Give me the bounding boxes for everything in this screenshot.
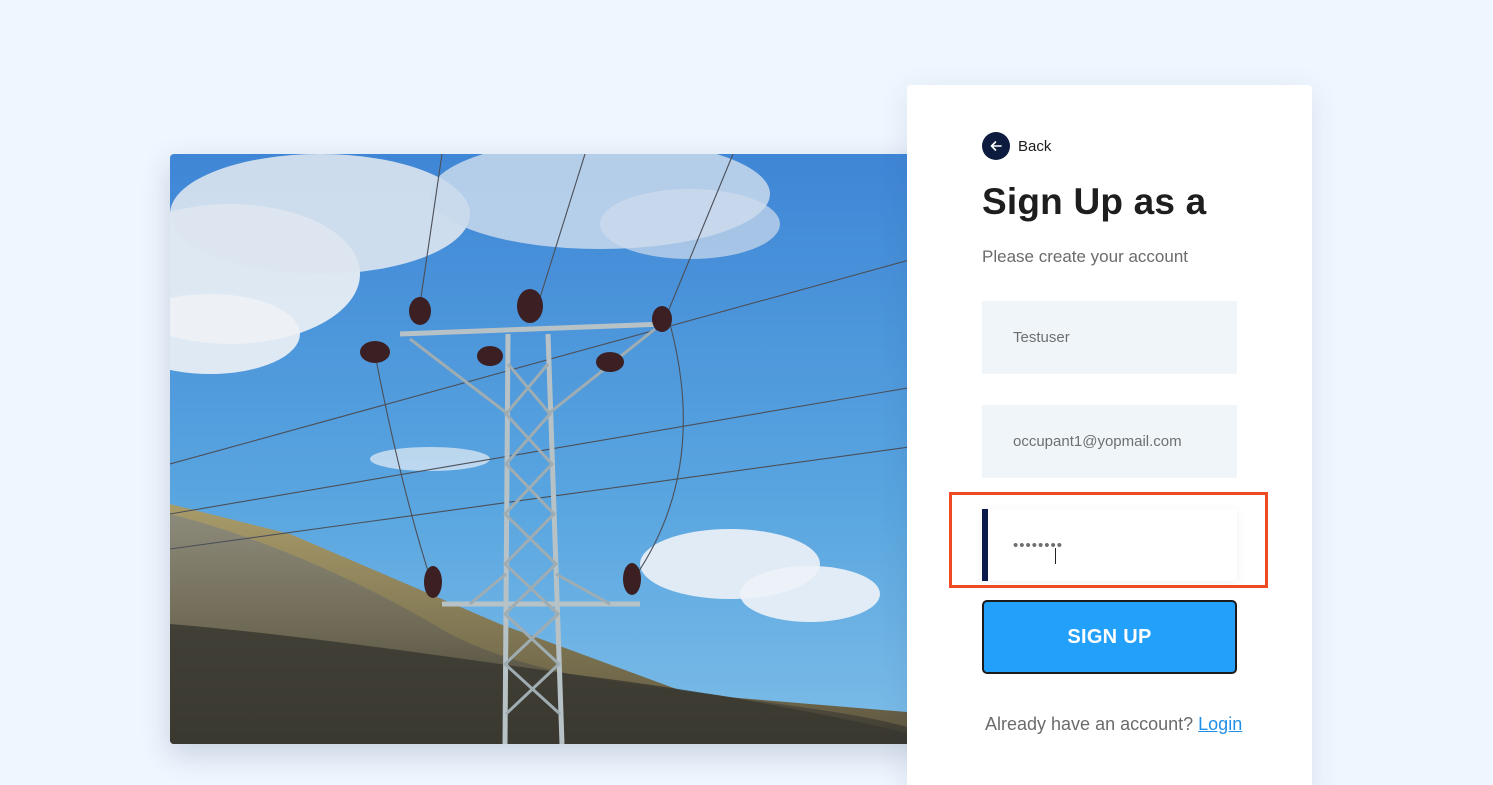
- username-input[interactable]: [982, 301, 1237, 374]
- hero-image: [170, 154, 931, 744]
- login-prompt: Already have an account? Login: [985, 714, 1242, 735]
- page-subtitle: Please create your account: [982, 247, 1189, 266]
- email-input[interactable]: [982, 405, 1237, 478]
- back-label: Back: [1018, 137, 1052, 155]
- password-input[interactable]: [982, 509, 1237, 581]
- text-cursor: [1055, 548, 1056, 564]
- power-tower-illustration: [170, 154, 931, 744]
- signup-card: Back Sign Up as a Please create your acc…: [907, 85, 1312, 785]
- login-link[interactable]: Login: [1198, 714, 1242, 734]
- login-prompt-text: Already have an account?: [985, 714, 1194, 734]
- back-button[interactable]: Back: [982, 132, 1051, 160]
- page-title: Sign Up as a: [982, 181, 1207, 222]
- signup-button[interactable]: SIGN UP: [982, 600, 1237, 674]
- signup-page: Back Sign Up as a Please create your acc…: [0, 0, 1493, 785]
- arrow-left-icon: [982, 132, 1010, 160]
